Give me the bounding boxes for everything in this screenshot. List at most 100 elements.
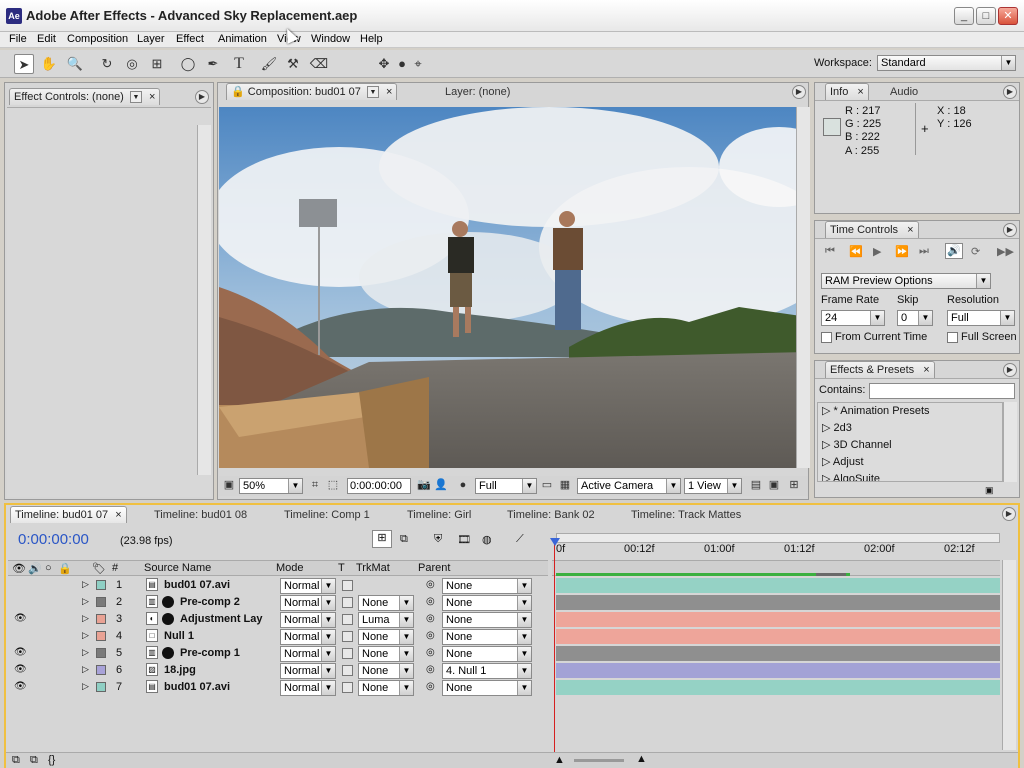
tab-effect-controls[interactable]: Effect Controls: (none) ▼ × bbox=[9, 88, 161, 105]
playhead-icon[interactable] bbox=[550, 538, 560, 546]
rotation-tool-icon[interactable]: ↻ bbox=[97, 54, 117, 74]
track-matte-dropdown[interactable]: None ▼ bbox=[358, 680, 414, 696]
close-icon[interactable]: × bbox=[857, 86, 863, 98]
preserve-transparency-checkbox[interactable] bbox=[342, 580, 353, 591]
zoom-slider[interactable] bbox=[574, 759, 624, 762]
layer-name[interactable]: bud01 07.avi bbox=[164, 579, 230, 591]
layer-name[interactable]: 18.jpg bbox=[164, 664, 196, 676]
tab-timeline-bud01-07[interactable]: Timeline: bud01 07 × bbox=[10, 506, 127, 523]
tab-timeline-bud01-08[interactable]: Timeline: bud01 08 bbox=[149, 506, 252, 523]
label-color-swatch[interactable] bbox=[96, 631, 106, 641]
disclosure-triangle-icon[interactable]: ▷ bbox=[82, 596, 89, 607]
pick-whip-icon[interactable]: ◎ bbox=[426, 630, 435, 641]
hide-shy-layers-icon[interactable]: 🎞 bbox=[457, 533, 471, 546]
parent-dropdown[interactable]: None ▼ bbox=[442, 629, 532, 645]
brush-tool-icon[interactable]: 🖌 bbox=[259, 54, 279, 74]
tab-audio[interactable]: Audio bbox=[885, 83, 923, 100]
axis-mode-icon[interactable]: ✥ bbox=[374, 54, 394, 74]
draft-3d-icon[interactable]: ⛨ bbox=[434, 533, 442, 546]
layer-duration-bar[interactable] bbox=[556, 578, 1000, 593]
next-frame-icon[interactable]: ⏩ bbox=[895, 245, 909, 258]
current-time-indicator[interactable] bbox=[554, 538, 555, 766]
disclosure-triangle-icon[interactable]: ▷ bbox=[82, 664, 89, 675]
preserve-transparency-checkbox[interactable] bbox=[342, 631, 353, 642]
parent-dropdown[interactable]: None ▼ bbox=[442, 578, 532, 594]
safe-zones-icon[interactable]: ⌗ bbox=[307, 477, 323, 493]
layer-name[interactable]: Pre-comp 2 bbox=[180, 596, 240, 608]
flowchart-icon[interactable]: ⊞ bbox=[786, 477, 802, 493]
parent-dropdown[interactable]: None ▼ bbox=[442, 680, 532, 696]
maximize-button[interactable]: □ bbox=[976, 7, 996, 25]
work-area-bar[interactable] bbox=[556, 533, 1000, 543]
pick-whip-icon[interactable]: ◎ bbox=[426, 681, 435, 692]
selection-tool-icon[interactable]: ➤ bbox=[14, 54, 34, 74]
ellipse-tool-icon[interactable]: ◯ bbox=[178, 54, 198, 74]
label-icon[interactable]: 🏷 bbox=[92, 562, 106, 575]
audio-toggle-icon[interactable]: 🔊 bbox=[945, 243, 963, 259]
from-current-time-checkbox[interactable] bbox=[821, 332, 832, 343]
previous-frame-icon[interactable]: ⏪ bbox=[849, 245, 863, 258]
close-button[interactable]: ✕ bbox=[998, 7, 1018, 25]
layer-name[interactable]: Adjustment Lay bbox=[180, 613, 263, 625]
tab-effects-presets[interactable]: Effects & Presets × bbox=[825, 361, 935, 378]
skip-dropdown[interactable]: 0 ▼ bbox=[897, 310, 933, 326]
menu-layer[interactable]: Layer bbox=[137, 33, 165, 45]
label-color-swatch[interactable] bbox=[96, 665, 106, 675]
eye-icon[interactable]: 👁 bbox=[14, 681, 27, 692]
list-item[interactable]: ▷ 2d3 bbox=[822, 421, 852, 434]
color-channels-icon[interactable]: ● bbox=[455, 477, 471, 493]
table-row[interactable]: ▷ 4 □ Null 1 Normal ▼ None ▼ ◎ None ▼ bbox=[12, 628, 552, 645]
label-color-swatch[interactable] bbox=[96, 682, 106, 692]
table-row[interactable]: ▷ 2 ▥ Pre-comp 2 Normal ▼ None ▼ ◎ None ▼ bbox=[12, 594, 552, 611]
preserve-transparency-checkbox[interactable] bbox=[342, 614, 353, 625]
timeline-scrollbar[interactable] bbox=[1002, 560, 1016, 750]
camera-dropdown[interactable]: Active Camera ▼ bbox=[577, 478, 681, 494]
pick-whip-icon[interactable]: ◎ bbox=[426, 647, 435, 658]
tab-timeline-girl[interactable]: Timeline: Girl bbox=[402, 506, 476, 523]
motion-blur-icon[interactable]: ⟋ bbox=[516, 533, 524, 546]
close-icon[interactable]: × bbox=[115, 509, 121, 521]
list-item[interactable]: ▷ Adjust bbox=[822, 455, 864, 468]
preserve-transparency-checkbox[interactable] bbox=[342, 665, 353, 676]
lock-icon[interactable]: 🔒 bbox=[58, 562, 72, 575]
menu-file[interactable]: File bbox=[9, 33, 27, 45]
eye-icon[interactable]: 👁 bbox=[12, 562, 26, 575]
always-preview-icon[interactable]: ▣ bbox=[221, 477, 237, 493]
first-frame-icon[interactable]: ⏮ bbox=[825, 245, 835, 258]
blend-mode-dropdown[interactable]: Normal ▼ bbox=[280, 680, 336, 696]
tab-layer[interactable]: Layer: (none) bbox=[440, 83, 515, 100]
tab-timeline-comp-1[interactable]: Timeline: Comp 1 bbox=[279, 506, 375, 523]
eye-icon[interactable]: 👁 bbox=[14, 664, 27, 675]
list-item[interactable]: ▷ AlgoSuite bbox=[822, 472, 880, 481]
audio-icon[interactable]: 🔊 bbox=[28, 562, 42, 575]
view-layout-dropdown[interactable]: 1 View ▼ bbox=[684, 478, 742, 494]
pen-tool-icon[interactable]: ✒ bbox=[203, 54, 223, 74]
frame-rate-dropdown[interactable]: 24 ▼ bbox=[821, 310, 885, 326]
mask-view-icon[interactable]: ⬚ bbox=[325, 477, 341, 493]
track-matte-dropdown[interactable]: None ▼ bbox=[358, 646, 414, 662]
parent-dropdown[interactable]: None ▼ bbox=[442, 595, 532, 611]
label-color-swatch[interactable] bbox=[96, 597, 106, 607]
blend-mode-dropdown[interactable]: Normal ▼ bbox=[280, 578, 336, 594]
label-color-swatch[interactable] bbox=[96, 648, 106, 658]
tab-composition[interactable]: 🔒 Composition: bud01 07 ▼ × bbox=[226, 83, 398, 100]
zoom-dropdown[interactable]: 50% ▼ bbox=[239, 478, 303, 494]
table-row[interactable]: ▷ 1 ▤ bud01 07.avi Normal ▼ ◎ None ▼ bbox=[12, 577, 552, 594]
pick-whip-icon[interactable]: ◎ bbox=[426, 664, 435, 675]
composition-viewer[interactable] bbox=[219, 107, 808, 468]
zoom-in-icon[interactable]: ▲ bbox=[636, 753, 647, 765]
show-snapshot-icon[interactable]: 👤 bbox=[433, 477, 449, 493]
text-tool-icon[interactable]: T bbox=[229, 54, 249, 74]
toggle-pixel-aspect-icon[interactable]: ▤ bbox=[748, 477, 764, 493]
menu-animation[interactable]: Animation bbox=[218, 33, 267, 45]
layer-duration-bar[interactable] bbox=[556, 663, 1000, 678]
comp-mini-flowchart-icon[interactable]: ⊞ bbox=[372, 530, 392, 548]
minimize-button[interactable]: _ bbox=[954, 7, 974, 25]
disclosure-triangle-icon[interactable]: ▷ bbox=[82, 630, 89, 641]
zoom-out-icon[interactable]: ▲ bbox=[554, 754, 565, 766]
layer-duration-bar[interactable] bbox=[556, 680, 1000, 695]
resolution-dropdown[interactable]: Full ▼ bbox=[475, 478, 537, 494]
timecode-field[interactable]: 0:00:00:00 bbox=[347, 478, 411, 494]
ram-preview-icon[interactable]: ▶▶ bbox=[997, 245, 1014, 258]
pan-behind-tool-icon[interactable]: ⊞ bbox=[147, 54, 167, 74]
